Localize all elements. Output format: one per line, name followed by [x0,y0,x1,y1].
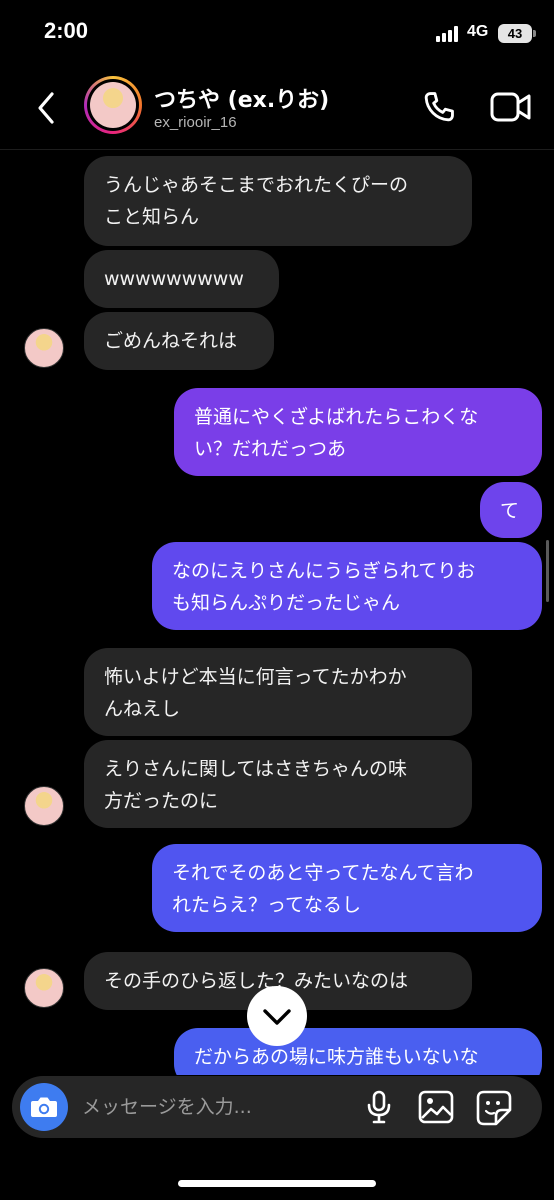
back-button[interactable] [30,86,64,130]
status-bar: 2:00 4G 43 [0,0,554,66]
message-line: だからあの場に味方誰もいないな [194,1046,479,1068]
contact-handle[interactable]: ex_riooir_16 [154,114,237,131]
back-arrow-icon [38,92,54,124]
sticker-icon [476,1090,512,1126]
voice-call-button[interactable] [420,88,458,126]
video-camera-icon [490,92,531,122]
message-bubble-sent[interactable]: 普通にやくざよばれたらこわくな い？だれだっつあ [174,388,542,476]
message-bubble-sent[interactable]: て [480,482,542,538]
message-bubble-received[interactable]: wwwwwwwww [84,250,279,308]
camera-button[interactable] [20,1083,68,1131]
message-bubble-received[interactable]: えりさんに関してはさきちゃんの味 方だったのに [84,740,472,828]
scroll-to-bottom-button[interactable] [247,986,307,1046]
message-bubble-received[interactable]: 怖いよけど本当に何言ってたかわか んねえし [84,648,472,736]
message-line: 怖いよけど本当に何言ってたかわか [104,666,407,688]
message-line: なのにえりさんにうらぎられてりお [172,560,476,582]
message-line: えりさんに関してはさきちゃんの味 [104,758,408,780]
sender-avatar[interactable] [24,786,64,826]
sender-avatar[interactable] [24,328,64,368]
chevron-down-icon [263,1009,291,1025]
message-bubble-sent[interactable]: だからあの場に味方誰もいないな [174,1028,542,1075]
message-line: い？だれだっつあ [194,438,347,460]
image-gallery-icon [418,1090,454,1124]
cellular-signal-icon [436,26,462,42]
video-call-button[interactable] [490,90,532,124]
message-line: wwwwwwwww [104,268,244,290]
gallery-button[interactable] [418,1090,454,1124]
voice-message-button[interactable] [364,1090,394,1124]
microphone-icon [367,1090,391,1124]
message-line: て [500,500,520,522]
message-bubble-received[interactable]: うんじゃあそこまでおれたくぴーの こと知らん [84,156,472,246]
message-line: うんじゃあそこまでおれたくぴーの [104,174,409,196]
message-line: ごめんねそれは [104,330,238,352]
home-indicator[interactable] [178,1180,376,1187]
battery-icon: 43 [498,24,536,43]
message-input[interactable] [82,1092,352,1122]
message-line: こと知らん [104,206,200,228]
camera-icon [31,1097,57,1117]
message-line: れたらえ？ってなるし [172,894,362,916]
network-type: 4G [467,23,489,40]
scrollbar[interactable] [546,540,549,602]
message-line: んねえし [104,698,181,720]
message-bubble-received[interactable]: ごめんねそれは [84,312,274,370]
sender-avatar[interactable] [24,968,64,1008]
phone-icon [424,92,454,122]
contact-name[interactable]: つちや (ex.りお) [154,82,329,114]
chat-header: つちや (ex.りお) ex_riooir_16 [0,66,554,150]
message-composer [12,1076,542,1138]
message-bubble-sent[interactable]: なのにえりさんにうらぎられてりお も知らんぷりだったじゃん [152,542,542,630]
message-line: も知らんぷりだったじゃん [172,592,401,614]
message-thread[interactable]: うんじゃあそこまでおれたくぴーの こと知らん wwwwwwwww ごめんねそれは… [0,150,554,1075]
message-bubble-sent[interactable]: それでそのあと守ってたなんて言わ れたらえ？ってなるし [152,844,542,932]
message-line: 方だったのに [104,790,219,812]
contact-avatar[interactable] [84,76,142,134]
status-time: 2:00 [44,18,89,43]
message-line: 普通にやくざよばれたらこわくな [194,406,479,428]
sticker-button[interactable] [476,1090,512,1126]
message-line: それでそのあと守ってたなんて言わ [172,862,474,884]
